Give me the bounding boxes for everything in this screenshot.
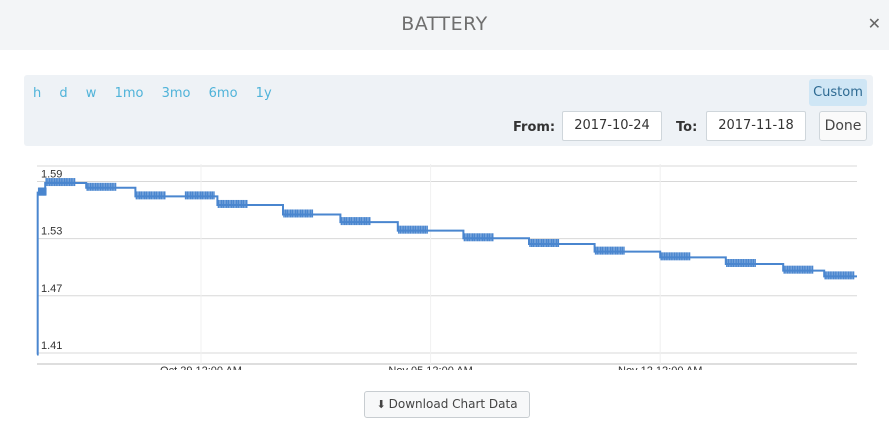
download-chart-data-button[interactable]: ⬇ Download Chart Data [364,391,530,418]
x-tick-label: Oct 29 12:00 AM [160,365,242,370]
range-link-week[interactable]: w [86,86,97,101]
download-icon: ⬇ [376,398,386,411]
range-link-3mo[interactable]: 3mo [162,86,191,101]
from-label: From: [513,120,556,135]
y-tick-label: 1.53 [41,226,62,238]
series-noise-cluster [463,233,494,242]
x-tick-label: Nov 12 12:00 AM [618,365,702,370]
to-date-input[interactable]: 2017-11-18 [706,111,806,141]
series-noise-cluster [37,187,47,196]
range-link-day[interactable]: d [59,86,67,101]
battery-modal: BATTERY ✕ h d w 1mo 3mo 6mo 1y Custom Fr… [0,0,889,448]
modal-title: BATTERY [401,13,488,35]
done-button[interactable]: Done [819,111,867,141]
from-date-input[interactable]: 2017-10-24 [562,111,662,141]
battery-series-line [36,182,857,356]
download-label: Download Chart Data [388,397,518,411]
custom-range-button[interactable]: Custom [809,79,867,106]
y-tick-label: 1.47 [41,283,62,295]
close-icon[interactable]: ✕ [868,14,881,33]
series-noise-cluster [783,265,814,274]
modal-header: BATTERY ✕ [0,0,889,50]
range-links: h d w 1mo 3mo 6mo 1y [33,86,286,101]
x-tick-label: Nov 05 12:00 AM [388,365,472,370]
battery-chart: 1.591.531.471.41Oct 29 12:00 AMNov 05 12… [36,164,857,370]
range-link-6mo[interactable]: 6mo [209,86,238,101]
y-tick-label: 1.41 [41,340,62,352]
series-noise-cluster [398,225,428,234]
series-noise-cluster [217,199,248,208]
date-range-panel: h d w 1mo 3mo 6mo 1y Custom From: 2017-1… [24,75,873,146]
range-link-1mo[interactable]: 1mo [115,86,144,101]
to-label: To: [676,120,698,135]
range-link-1y[interactable]: 1y [256,86,272,101]
range-link-hour[interactable]: h [33,86,41,101]
